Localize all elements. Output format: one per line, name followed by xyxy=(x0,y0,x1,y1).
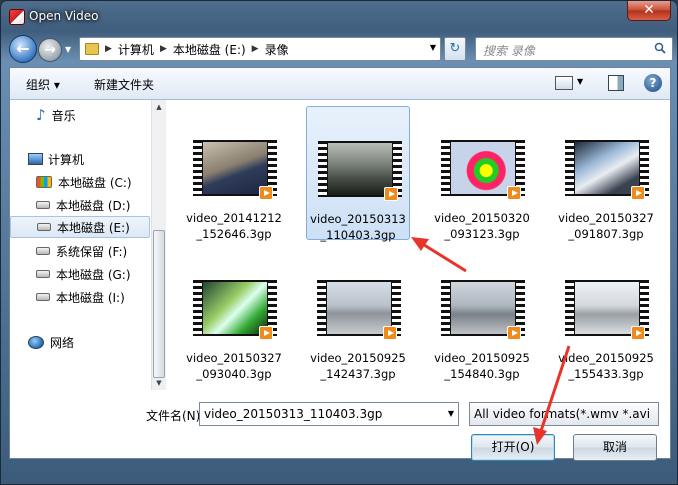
scrollbar-thumb[interactable] xyxy=(153,230,165,378)
back-button[interactable]: ← xyxy=(9,35,37,63)
view-dropdown-icon[interactable]: ▼ xyxy=(577,77,583,86)
video-thumbnail xyxy=(318,141,402,201)
music-note-icon: ♪ xyxy=(36,106,46,124)
address-dropdown-icon[interactable]: ▼ xyxy=(430,43,436,52)
video-file-icon xyxy=(259,186,273,200)
drive-icon xyxy=(36,293,50,301)
video-thumbnail xyxy=(565,140,649,200)
video-file-icon xyxy=(631,186,645,200)
network-icon xyxy=(28,335,44,349)
file-name: video_20150925 _155433.3gp xyxy=(558,351,654,381)
file-tile[interactable]: video_20150327 _091807.3gp xyxy=(554,106,658,241)
sidebar-item-label: 本地磁盘 (C:) xyxy=(58,175,132,190)
browser-panel: 组织 ▾ 新建文件夹 ▼ ? ♪ 音乐 计算机 本地磁盘 (C:) 本地磁盘 (… xyxy=(9,67,671,459)
file-tile[interactable]: video_20150320 _093123.3gp xyxy=(430,106,534,241)
help-button[interactable]: ? xyxy=(644,74,662,92)
file-name: video_20141212 _152646.3gp xyxy=(186,211,282,241)
search-placeholder: 搜索 录像 xyxy=(483,44,535,58)
sidebar-item-label: 网络 xyxy=(50,335,75,350)
file-name: video_20150313 _110403.3gp xyxy=(310,212,406,242)
search-input[interactable]: 搜索 录像 xyxy=(475,37,673,61)
video-thumbnail xyxy=(193,280,277,340)
file-type-select[interactable]: All video formats(*.wmv *.avi xyxy=(469,402,659,426)
video-file-icon xyxy=(384,187,398,201)
file-tile[interactable]: video_20150327 _093040.3gp xyxy=(182,246,286,381)
window-title: Open Video xyxy=(29,9,99,23)
command-toolbar: 组织 ▾ 新建文件夹 ▼ ? xyxy=(10,68,670,100)
sidebar-item-network[interactable]: 网络 xyxy=(28,331,168,353)
app-icon xyxy=(9,9,25,25)
breadcrumb-separator[interactable]: ▶ xyxy=(105,44,112,54)
file-tile[interactable]: video_20141212 _152646.3gp xyxy=(182,106,286,241)
breadcrumb-separator[interactable]: ▶ xyxy=(252,44,259,54)
video-thumbnail xyxy=(193,140,277,200)
sidebar-item-computer[interactable]: 计算机 xyxy=(28,148,168,170)
cancel-button[interactable]: 取消 xyxy=(573,434,657,461)
sidebar-item-label: 本地磁盘 (E:) xyxy=(57,220,130,235)
drive-icon xyxy=(37,223,51,231)
file-type-value: All video formats(*.wmv *.avi xyxy=(474,407,651,421)
breadcrumb-item-drive-e[interactable]: 本地磁盘 (E:) xyxy=(173,41,246,58)
computer-icon xyxy=(28,153,43,165)
recent-pages-dropdown[interactable]: ▼ xyxy=(65,43,77,57)
drive-icon xyxy=(36,201,50,209)
file-name: video_20150925 _142437.3gp xyxy=(310,351,406,381)
breadcrumb-item-computer[interactable]: 计算机 xyxy=(118,41,154,58)
sidebar-item-label: 音乐 xyxy=(51,108,76,123)
video-thumbnail xyxy=(441,140,525,200)
open-video-dialog: Open Video ✕ ← → ▼ ▶ 计算机 ▶ 本地磁盘 (E:) ▶ 录… xyxy=(0,0,678,485)
breadcrumb-separator[interactable]: ▶ xyxy=(160,44,167,54)
file-tile[interactable]: video_20150925 _142437.3gp xyxy=(306,246,410,381)
sidebar-item-label: 系统保留 (F:) xyxy=(56,244,128,259)
folder-icon xyxy=(85,43,99,55)
new-folder-button[interactable]: 新建文件夹 xyxy=(94,76,154,93)
video-file-icon xyxy=(507,186,521,200)
search-icon[interactable] xyxy=(654,42,666,54)
sidebar-scrollbar[interactable]: ▲ ▼ xyxy=(151,100,166,390)
open-button[interactable]: 打开(O) xyxy=(471,434,555,461)
video-file-icon xyxy=(631,326,645,340)
scroll-up-arrow-icon[interactable]: ▲ xyxy=(152,100,166,114)
refresh-button[interactable]: ↻ xyxy=(444,37,466,61)
filename-field[interactable]: video_20150313_110403.3gp ▼ xyxy=(199,402,459,426)
filename-value: video_20150313_110403.3gp xyxy=(204,407,383,421)
filename-label: 文件名(N): xyxy=(146,409,205,423)
file-name: video_20150327 _093040.3gp xyxy=(186,351,282,381)
file-name: video_20150925 _154840.3gp xyxy=(434,351,530,381)
scroll-down-arrow-icon[interactable]: ▼ xyxy=(152,376,166,390)
video-file-icon xyxy=(259,326,273,340)
organize-menu[interactable]: 组织 ▾ xyxy=(26,76,60,93)
sidebar-item-drive-e[interactable]: 本地磁盘 (E:) xyxy=(10,216,150,238)
file-grid: video_20141212 _152646.3gp video_20150313… xyxy=(167,100,671,390)
file-name: video_20150327 _091807.3gp xyxy=(558,211,654,241)
sidebar-item-label: 本地磁盘 (D:) xyxy=(56,198,131,213)
video-thumbnail xyxy=(565,280,649,340)
video-file-icon xyxy=(383,326,397,340)
address-bar[interactable]: ▶ 计算机 ▶ 本地磁盘 (E:) ▶ 录像 ▼ xyxy=(79,37,441,61)
drive-icon xyxy=(36,270,50,278)
chevron-down-icon[interactable]: ▼ xyxy=(448,403,454,425)
close-button[interactable]: ✕ xyxy=(627,1,671,21)
video-thumbnail xyxy=(317,280,401,340)
video-file-icon xyxy=(507,326,521,340)
system-drive-icon xyxy=(36,176,52,188)
sidebar-item-label: 本地磁盘 (G:) xyxy=(56,267,131,282)
change-view-icon[interactable] xyxy=(555,76,573,90)
sidebar-item-label: 计算机 xyxy=(48,152,85,167)
breadcrumb-item-recordings[interactable]: 录像 xyxy=(265,41,289,58)
drive-icon xyxy=(36,247,50,255)
title-bar: Open Video ✕ xyxy=(1,1,677,31)
forward-button[interactable]: → xyxy=(38,38,62,62)
file-name: video_20150320 _093123.3gp xyxy=(434,211,530,241)
navigation-pane: ♪ 音乐 计算机 本地磁盘 (C:) 本地磁盘 (D:) 本地磁盘 (E:) 系… xyxy=(10,100,166,390)
sidebar-item-label: 本地磁盘 (I:) xyxy=(56,290,125,305)
file-tile[interactable]: video_20150925 _155433.3gp xyxy=(554,246,658,381)
file-tile[interactable]: video_20150925 _154840.3gp xyxy=(430,246,534,381)
video-thumbnail xyxy=(441,280,525,340)
file-tile-selected[interactable]: video_20150313 _110403.3gp xyxy=(306,106,410,242)
preview-pane-icon[interactable] xyxy=(608,75,624,91)
